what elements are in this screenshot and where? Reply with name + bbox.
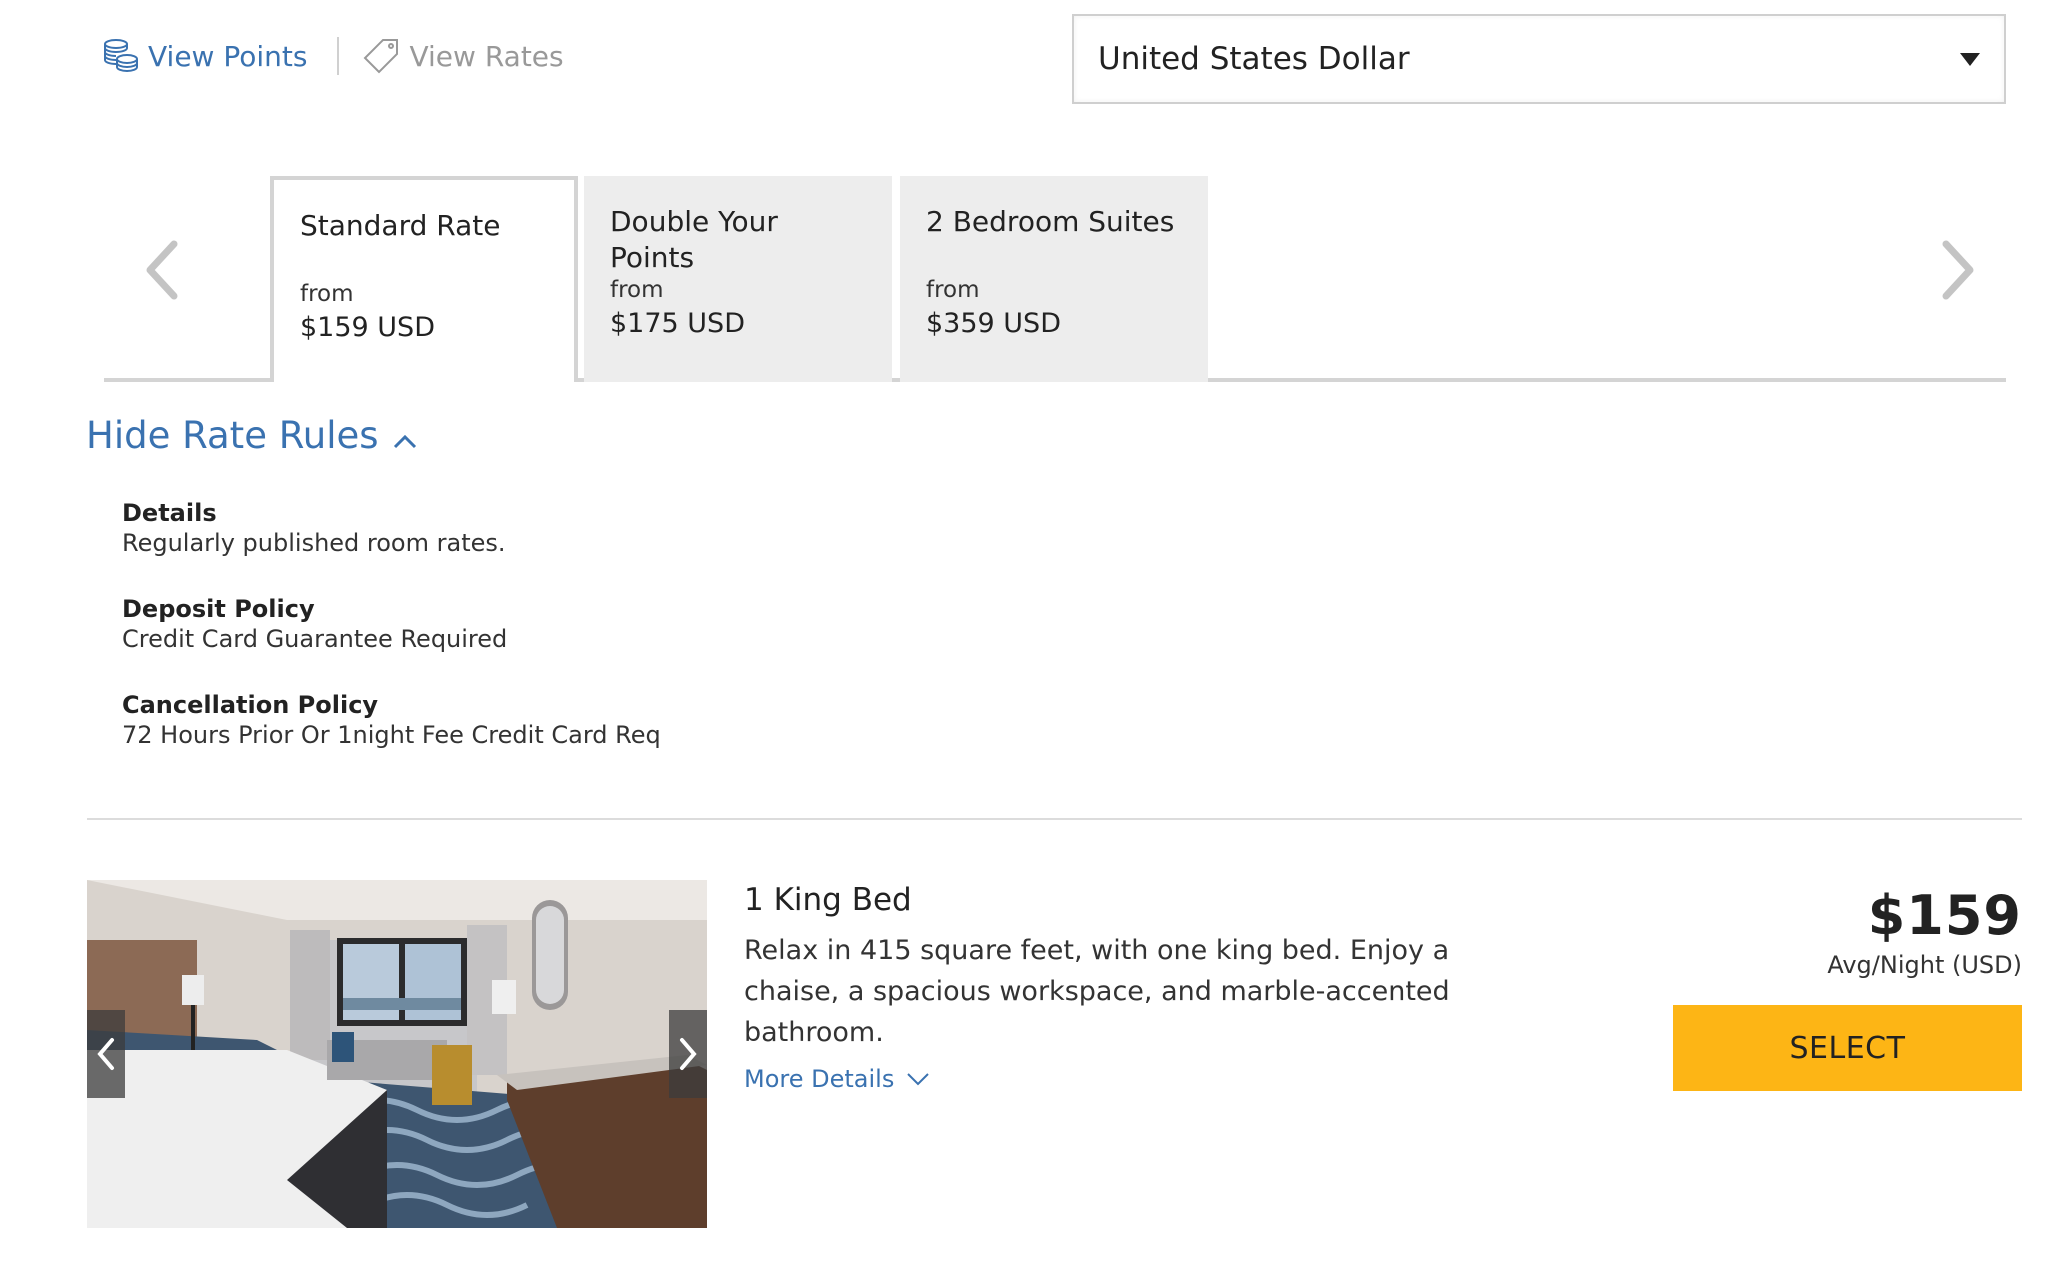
rate-tab-name: Double Your Points xyxy=(610,205,778,274)
price-tag-icon xyxy=(364,39,399,74)
rate-tab-price: $175 USD xyxy=(610,308,745,339)
chevron-left-icon xyxy=(97,1038,114,1070)
rule-deposit-policy: Deposit Policy Credit Card Guarantee Req… xyxy=(122,594,661,654)
rate-tab-double-points[interactable]: Double Your Points from $175 USD xyxy=(584,176,892,382)
room-info: 1 King Bed Relax in 415 square feet, wit… xyxy=(744,880,1464,1093)
chevron-right-icon xyxy=(1942,240,1974,300)
hide-rate-rules-label: Hide Rate Rules xyxy=(86,414,379,457)
tabs-prev-button[interactable] xyxy=(136,230,196,310)
rule-details: Details Regularly published room rates. xyxy=(122,498,661,558)
room-description: Relax in 415 square feet, with one king … xyxy=(744,935,1450,1048)
rule-title: Deposit Policy xyxy=(122,595,315,623)
rate-tabs: Standard Rate from $159 USD Double Your … xyxy=(104,176,2006,382)
more-details-link[interactable]: More Details xyxy=(744,1065,1464,1093)
rule-cancellation-policy: Cancellation Policy 72 Hours Prior Or 1n… xyxy=(122,690,661,750)
view-rates-label: View Rates xyxy=(409,39,564,73)
hide-rate-rules-toggle[interactable]: Hide Rate Rules xyxy=(86,414,417,457)
rule-value: Credit Card Guarantee Required xyxy=(122,625,508,653)
rate-tab-from: from xyxy=(926,277,980,303)
select-room-button[interactable]: SELECT xyxy=(1673,1005,2022,1091)
rate-tab-from: from xyxy=(300,281,354,307)
currency-select[interactable]: United States Dollar xyxy=(1072,14,2006,104)
chevron-right-icon xyxy=(680,1038,697,1070)
rate-tab-name: Standard Rate xyxy=(300,209,501,242)
rule-title: Cancellation Policy xyxy=(122,691,379,719)
rate-tab-name: 2 Bedroom Suites xyxy=(926,205,1175,238)
more-details-label: More Details xyxy=(744,1065,895,1093)
view-points-link[interactable]: View Points xyxy=(102,37,307,75)
currency-selected-value: United States Dollar xyxy=(1098,41,1410,77)
toggle-divider xyxy=(337,37,340,75)
rate-tab-price: $359 USD xyxy=(926,308,1061,339)
coins-stack-icon xyxy=(104,39,138,73)
tabs-next-button[interactable] xyxy=(1924,230,1984,310)
rate-tab-2-bedroom-suites[interactable]: 2 Bedroom Suites from $359 USD xyxy=(900,176,1208,382)
rule-title: Details xyxy=(122,499,217,527)
room-price: $159 xyxy=(1867,884,2022,947)
rate-rules-list: Details Regularly published room rates. … xyxy=(122,498,661,786)
section-divider xyxy=(87,818,2022,820)
room-name: 1 King Bed xyxy=(744,882,912,918)
view-rates-link[interactable]: View Rates xyxy=(363,37,564,75)
chevron-up-icon xyxy=(393,434,416,448)
view-points-label: View Points xyxy=(148,39,308,73)
rule-value: 72 Hours Prior Or 1night Fee Credit Card… xyxy=(122,721,661,749)
room-price-unit: Avg/Night (USD) xyxy=(1827,951,2022,979)
photo-prev-button[interactable] xyxy=(87,1010,125,1098)
price-block: $159 Avg/Night (USD) xyxy=(1827,884,2022,982)
chevron-down-icon xyxy=(907,1073,930,1086)
room-photo-carousel xyxy=(87,880,707,1228)
caret-down-icon xyxy=(1960,53,1980,66)
chevron-left-icon xyxy=(146,240,178,300)
rate-tab-standard[interactable]: Standard Rate from $159 USD xyxy=(270,176,578,382)
room-photo xyxy=(87,880,707,1228)
view-toggle: View Points View Rates xyxy=(102,36,564,76)
rate-tab-from: from xyxy=(610,277,664,303)
photo-next-button[interactable] xyxy=(669,1010,707,1098)
rule-value: Regularly published room rates. xyxy=(122,529,506,557)
rate-tab-price: $159 USD xyxy=(300,312,435,343)
